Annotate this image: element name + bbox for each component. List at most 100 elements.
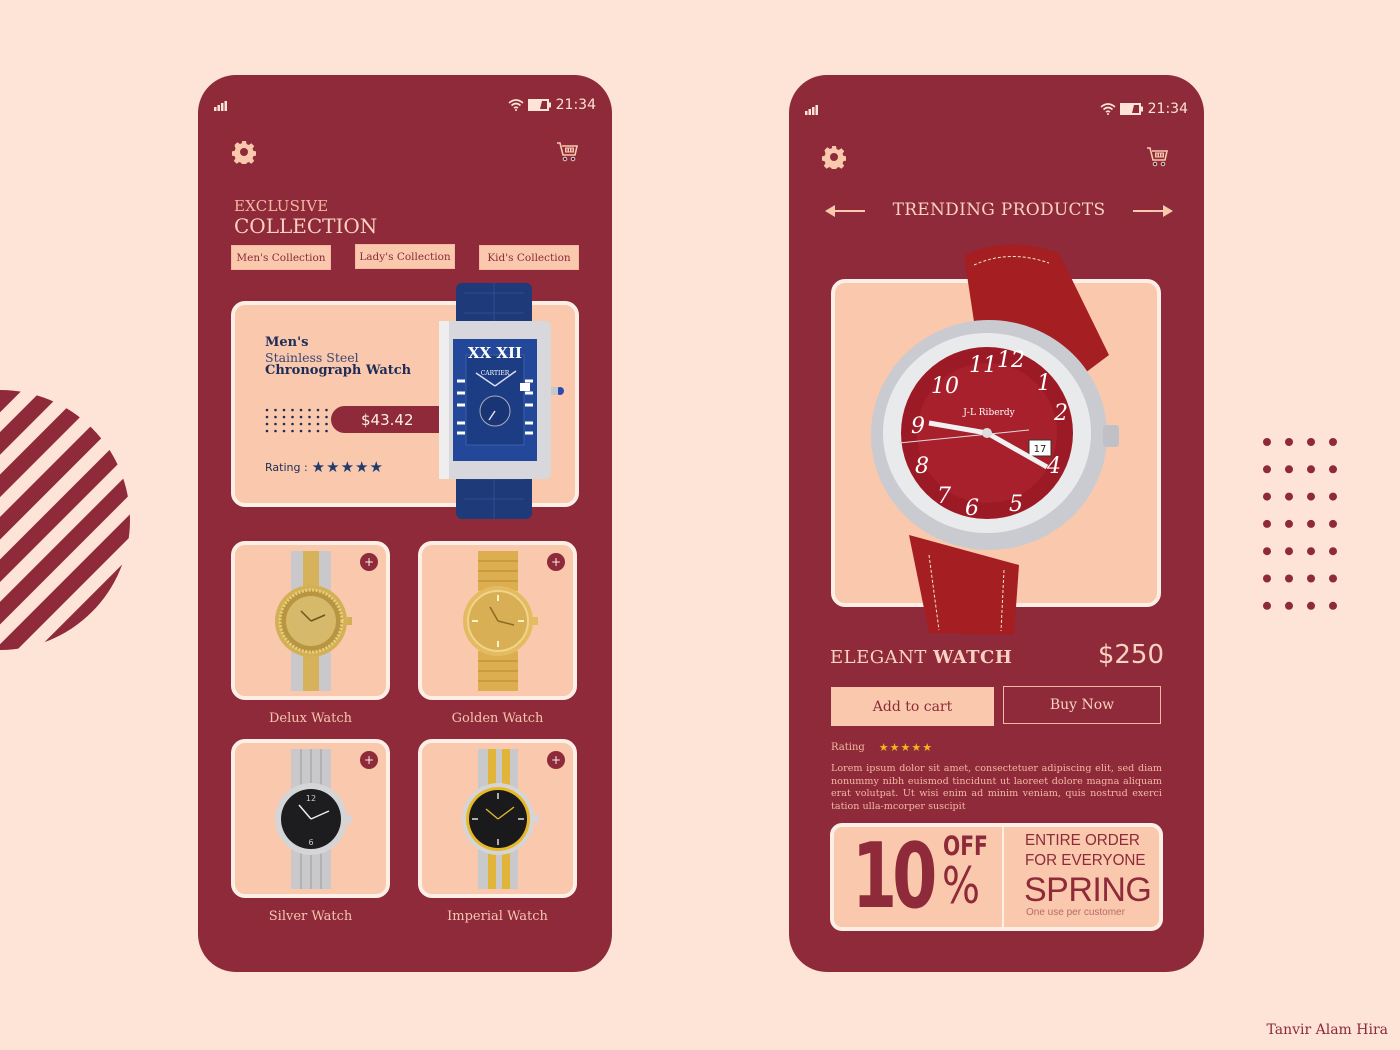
decor-dot [1307,465,1315,474]
gear-icon[interactable] [232,140,256,164]
decor-dot [1263,574,1271,583]
add-to-cart-button[interactable]: + [547,553,565,571]
decor-dot [308,408,311,412]
discount-coupon[interactable]: 10 OFF % ENTIRE ORDER FOR EVERYONE SPRIN… [830,823,1163,931]
phone-collection-screen: 21:34 EXCLUSIVE COLLECTION Men's Collect… [198,75,612,972]
tab-mens-collection[interactable]: Men's Collection [231,245,331,270]
gear-icon[interactable] [822,145,846,169]
decor-dot [291,422,294,426]
svg-text:17: 17 [1034,444,1047,455]
svg-text:7: 7 [937,484,951,509]
phone-product-detail-screen: 21:34 TRENDING PRODUCTS 11 12 10 1 2 9 8… [789,75,1204,972]
tab-ladys-collection[interactable]: Lady's Collection [355,244,455,269]
decor-dot [1307,492,1315,501]
add-to-cart-button[interactable]: + [360,553,378,571]
cart-icon[interactable] [556,140,580,164]
product-card[interactable]: + [231,541,390,700]
decor-dot [299,422,303,426]
decor-dot [282,415,286,419]
svg-text:1: 1 [1037,371,1051,396]
decor-dot [291,408,294,412]
product-card[interactable]: + [418,739,577,898]
coupon-line2: FOR EVERYONE [1025,852,1146,869]
svg-text:8: 8 [915,454,929,479]
add-to-cart-button[interactable]: + [547,751,565,769]
designer-credit: Tanvir Alam Hira [1266,1022,1388,1038]
svg-text:10: 10 [931,374,959,399]
decor-dot [282,429,286,433]
product-card[interactable]: + [418,541,577,700]
decor-dot [316,429,320,433]
decor-dot [1329,574,1337,583]
decor-dot [316,408,320,412]
decor-dot [1263,519,1271,528]
arrow-right-icon[interactable] [1131,203,1173,219]
decor-dot [282,422,286,426]
wifi-icon [1100,103,1116,115]
product-rating: Rating ★★★★★ [831,741,933,754]
svg-text:CARTIER: CARTIER [481,370,510,377]
product-card[interactable]: 12 6 + [231,739,390,898]
product-name: Imperial Watch [447,909,548,924]
product-name: ELEGANT WATCH [830,647,1012,668]
decor-dot [291,415,294,419]
status-time: 21:34 [1147,101,1188,117]
decor-dot [1285,438,1293,446]
product-name: Delux Watch [269,711,352,726]
decor-dot [1329,492,1337,501]
status-time: 21:34 [555,97,596,113]
decor-dot [299,415,303,419]
decor-dot [325,408,328,412]
decor-dot [1285,574,1293,583]
elegant-watch-image: 11 12 10 1 2 9 8 4 76 5 J-L Riberdy 17 [871,244,1119,635]
trending-header: TRENDING PRODUCTS [825,199,1173,223]
decor-dot [265,422,269,426]
svg-text:6: 6 [965,496,979,521]
dot-pattern-decoration [265,408,328,433]
svg-text:6: 6 [308,838,313,847]
decor-dot [1263,547,1271,556]
add-to-cart-button[interactable]: Add to cart [831,687,994,726]
star-rating-icons: ★★★★★ [878,741,934,754]
decor-dot [325,429,328,433]
collection-tabs: Men's Collection Lady's Collection Kid's… [231,244,579,270]
decor-dot [1263,438,1271,446]
product-description: Lorem ipsum dolor sit amet, consectetuer… [831,763,1162,812]
striped-circle-decoration [0,390,130,650]
product-name-bold: WATCH [933,647,1013,668]
decor-dot [1263,492,1271,501]
coupon-divider [1002,827,1004,927]
battery-icon [527,99,551,111]
delux-watch-image [275,551,352,691]
add-to-cart-button[interactable]: + [360,751,378,769]
featured-watch-image: XX XII CARTIER [439,283,564,519]
svg-text:5: 5 [1009,492,1023,517]
signal-icon [805,105,818,115]
decor-dot [274,429,277,433]
product-name: Golden Watch [451,711,544,726]
decor-dot [1263,465,1271,474]
status-bar: 21:34 [805,101,1188,119]
decor-dot [1329,601,1337,610]
decor-dot [1329,465,1337,474]
buy-now-button[interactable]: Buy Now [1003,686,1161,724]
rating-label: Rating [831,742,865,753]
decor-dot [299,408,303,412]
silver-watch-image: 12 6 [275,749,352,889]
decor-dot [316,422,320,426]
cart-icon[interactable] [1146,145,1170,169]
tab-kids-collection[interactable]: Kid's Collection [479,245,579,270]
wifi-icon [508,99,524,111]
decor-dot [1307,574,1315,583]
svg-text:12: 12 [306,794,316,803]
decor-dot [1329,438,1337,446]
page-title: COLLECTION [234,214,378,238]
featured-title-line1: Men's [265,335,309,350]
featured-title-line3: Chronograph Watch [265,363,412,378]
svg-text:XX XII: XX XII [468,344,522,362]
signal-icon [214,101,227,111]
decor-dot [325,422,328,426]
decor-dot [265,415,269,419]
decor-dot [325,415,328,419]
svg-text:J-L Riberdy: J-L Riberdy [962,408,1015,418]
